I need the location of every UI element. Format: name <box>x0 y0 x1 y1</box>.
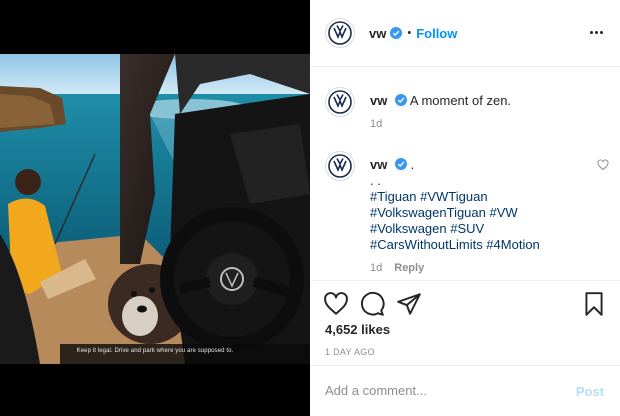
comment-meta: 1d Reply <box>370 262 424 274</box>
vw-logo-icon <box>328 21 352 45</box>
verified-badge-icon <box>390 27 403 39</box>
photo-illustration <box>0 54 310 364</box>
avatar[interactable] <box>325 151 355 181</box>
caption-comment: vw A moment of zen. 1d <box>325 87 615 137</box>
comment-text: . <box>410 157 415 172</box>
post-photo[interactable]: Keep it legal. Drive and park where you … <box>0 54 310 364</box>
comment-meta: 1d <box>370 118 382 130</box>
post-header: vw • Follow <box>310 0 620 67</box>
post-username[interactable]: vw <box>369 26 386 41</box>
add-comment-input[interactable] <box>325 383 555 398</box>
hashtag-line[interactable]: #CarsWithoutLimits #4Motion <box>370 237 595 253</box>
save-bookmark-icon[interactable] <box>581 291 607 317</box>
comment-extra-line: . . <box>370 173 381 188</box>
reply-button[interactable]: Reply <box>394 262 424 274</box>
comments-list: vw A moment of zen. 1d vw . . . #Tiguan … <box>310 68 620 280</box>
comment-body: vw A moment of zen. <box>370 93 595 109</box>
post-actions: 4,652 likes 1 DAY AGO <box>310 280 620 364</box>
add-comment-bar: Post <box>310 365 620 416</box>
more-options-icon[interactable] <box>586 24 606 40</box>
hashtag-comment: vw . . . #Tiguan #VWTiguan #VolkswagenTi… <box>325 151 615 277</box>
hashtag-line[interactable]: #VolkswagenTiguan #VW <box>370 205 595 221</box>
follow-button[interactable]: Follow <box>416 26 457 41</box>
avatar[interactable] <box>325 18 355 48</box>
comment-bubble-icon[interactable] <box>359 291 385 317</box>
comment-time[interactable]: 1d <box>370 262 382 274</box>
comment-username[interactable]: vw <box>370 157 387 172</box>
separator-dot: • <box>407 27 412 39</box>
comment-text: A moment of zen. <box>409 93 512 108</box>
likes-count[interactable]: 4,652 likes <box>325 322 390 337</box>
media-overlay-text: Keep it legal. Drive and park where you … <box>76 348 234 354</box>
share-paper-plane-icon[interactable] <box>396 291 422 317</box>
verified-badge-icon <box>394 94 407 106</box>
post-comment-button[interactable]: Post <box>576 384 604 399</box>
comment-body: vw . . . #Tiguan #VWTiguan #VolkswagenTi… <box>370 157 595 253</box>
comment-time[interactable]: 1d <box>370 118 382 130</box>
post-media: Keep it legal. Drive and park where you … <box>0 0 310 416</box>
vw-logo-icon <box>328 154 352 178</box>
avatar[interactable] <box>325 87 355 117</box>
comment-username[interactable]: vw <box>370 93 387 108</box>
verified-badge-icon <box>394 158 407 170</box>
like-comment-heart-icon[interactable] <box>597 159 609 171</box>
vw-logo-icon <box>328 90 352 114</box>
hashtag-line[interactable]: #Tiguan #VWTiguan <box>370 189 595 205</box>
post-side-panel: vw • Follow vw A moment of zen. 1d vw . … <box>310 0 620 416</box>
hashtag-line[interactable]: #Volkswagen #SUV <box>370 221 595 237</box>
post-timestamp[interactable]: 1 DAY AGO <box>325 347 375 357</box>
like-heart-icon[interactable] <box>323 291 349 317</box>
